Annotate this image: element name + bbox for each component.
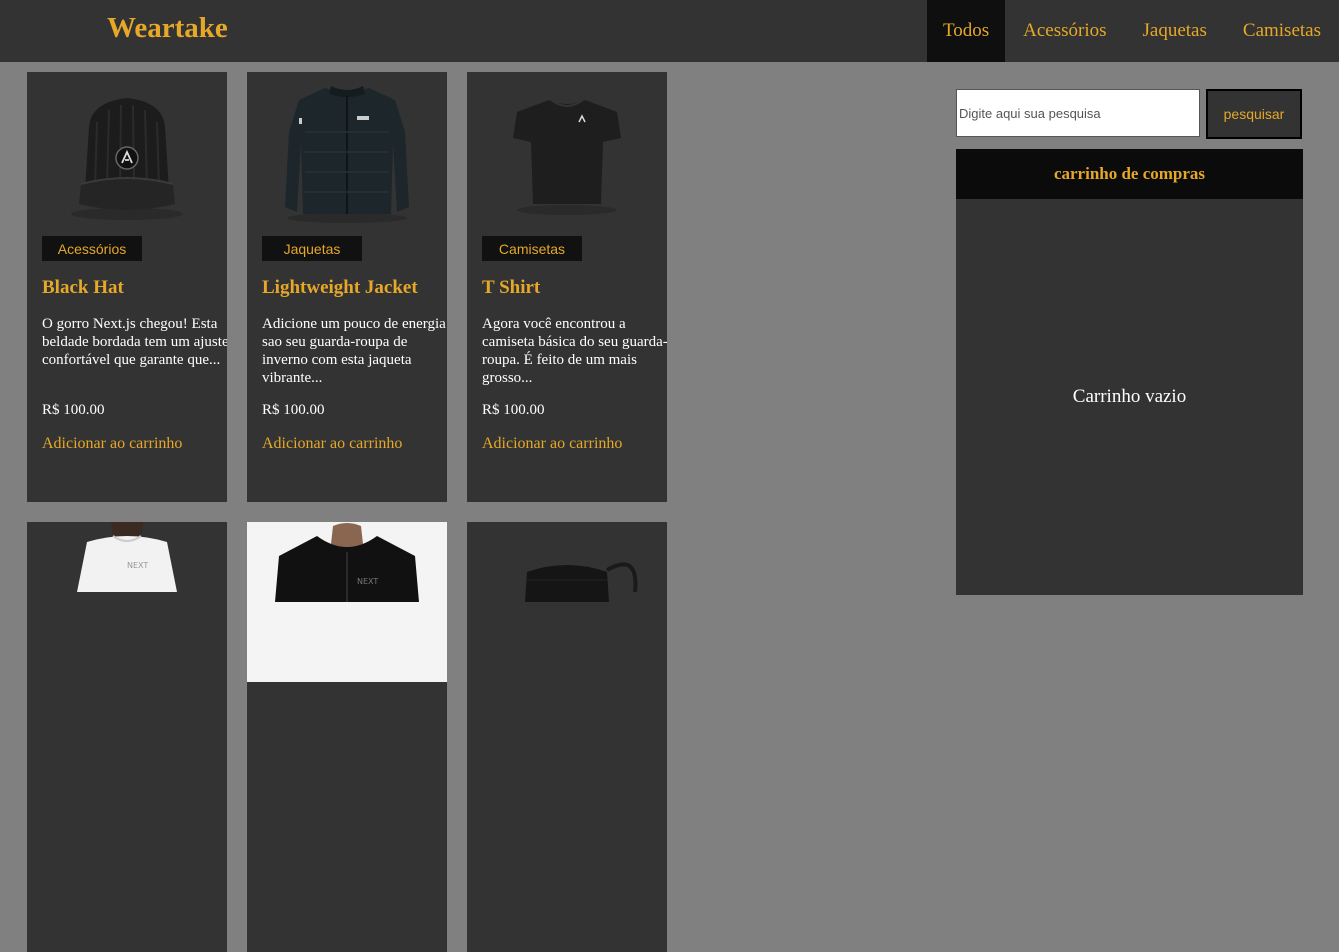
brand-logo[interactable]: Weartake	[107, 12, 228, 45]
category-badge: Acessórios	[42, 236, 142, 261]
product-description: O gorro Next.js chegou! Esta beldade bor…	[42, 316, 227, 368]
product-card: Camisetas T Shirt Agora você encontrou a…	[467, 72, 667, 502]
category-badge: Camisetas	[482, 236, 582, 261]
product-title: Lightweight Jacket	[262, 277, 418, 298]
tshirt-image	[513, 99, 621, 215]
face-mask-image	[525, 562, 638, 602]
beanie-image	[71, 98, 183, 220]
add-to-cart-link[interactable]: Adicionar ao carrinho	[482, 435, 622, 453]
svg-text:NEXT: NEXT	[127, 561, 148, 570]
search-input[interactable]	[956, 89, 1200, 137]
add-to-cart-link[interactable]: Adicionar ao carrinho	[262, 435, 402, 453]
product-card: NEXT	[247, 522, 447, 952]
nav-item-acessorios[interactable]: Acessórios	[1005, 0, 1124, 62]
nav-item-todos[interactable]: Todos	[926, 0, 1006, 62]
top-navbar: Weartake Todos Acessórios Jaquetas Camis…	[0, 0, 1339, 62]
cart-title: carrinho de compras	[956, 149, 1303, 199]
product-description: Adicione um pouco de energia sao seu gua…	[262, 316, 446, 386]
nav-item-camisetas[interactable]: Camisetas	[1225, 0, 1339, 62]
product-card: Acessórios Black Hat O gorro Next.js che…	[27, 72, 227, 502]
svg-text:NEXT: NEXT	[357, 577, 378, 586]
product-price: R$ 100.00	[262, 402, 325, 418]
white-tshirt-model-image: NEXT	[77, 522, 177, 592]
product-price: R$ 100.00	[42, 402, 105, 418]
product-title: T Shirt	[482, 277, 541, 298]
cart-empty-message: Carrinho vazio	[1072, 386, 1187, 407]
hoodie-model-image: NEXT	[247, 522, 447, 682]
add-to-cart-link[interactable]: Adicionar ao carrinho	[42, 435, 182, 453]
nav-item-jaquetas[interactable]: Jaquetas	[1125, 0, 1225, 62]
category-nav: Todos Acessórios Jaquetas Camisetas	[926, 0, 1339, 62]
search-button[interactable]: pesquisar	[1206, 89, 1302, 139]
jacket-image	[285, 86, 409, 223]
product-card: Jaquetas Lightweight Jacket Adicione um …	[247, 72, 447, 502]
product-title: Black Hat	[42, 277, 124, 298]
product-card	[467, 522, 667, 952]
category-badge: Jaquetas	[262, 236, 362, 261]
product-description: Agora você encontrou a camiseta básica d…	[482, 316, 667, 386]
product-card: NEXT	[27, 522, 227, 952]
product-price: R$ 100.00	[482, 402, 545, 418]
cart-panel: Carrinho vazio	[956, 199, 1303, 595]
